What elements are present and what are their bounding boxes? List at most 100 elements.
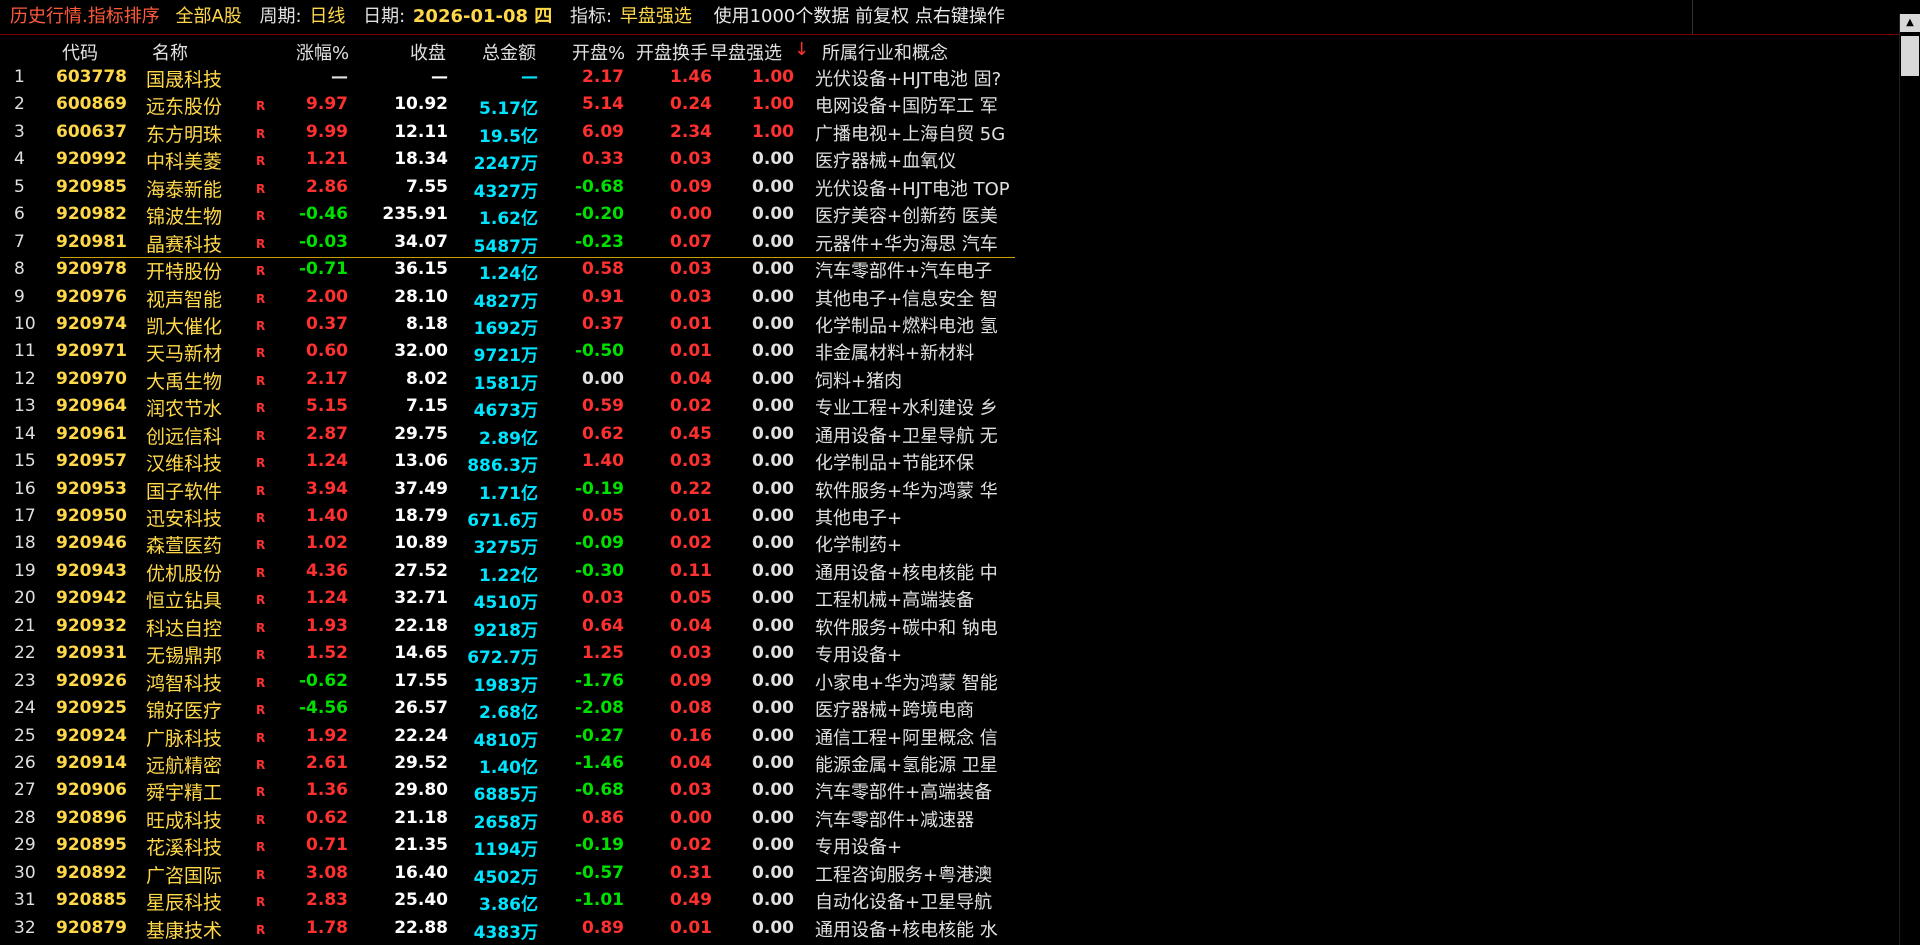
close-price: 12.11 bbox=[394, 121, 448, 142]
selection-underline bbox=[60, 257, 1015, 258]
sector-concepts: 专用设备+ bbox=[815, 837, 903, 859]
table-row[interactable]: 12 920970 大禹生物 R 2.17 8.02 1581万 0.00 0.04 0.00 饲料… bbox=[0, 366, 1900, 394]
sector-concepts: 医疗美容+创新药 医美 bbox=[815, 206, 998, 228]
table-row[interactable]: 27 920906 舜宇精工 R 1.36 29.80 6885万 -0.68 0.03 0.00… bbox=[0, 777, 1900, 805]
col-header-amount[interactable]: 总金额 bbox=[482, 39, 536, 65]
table-row[interactable]: 4 920992 中科美菱 R 1.21 18.34 2247万 0.33 0.03 0.00 医疗… bbox=[0, 146, 1900, 174]
table-row[interactable]: 26 920914 远航精密 R 2.61 29.52 1.40亿 -1.46 0.04 0.00… bbox=[0, 750, 1900, 778]
open-pct: -0.50 bbox=[575, 341, 624, 362]
table-row[interactable]: 11 920971 天马新材 R 0.60 32.00 9721万 -0.50 0.01 0.00… bbox=[0, 338, 1900, 366]
table-row[interactable]: 16 920953 国子软件 R 3.94 37.49 1.71亿 -0.19 0.22 0.00… bbox=[0, 476, 1900, 504]
table-row[interactable]: 3 600637 东方明珠 R 9.99 12.11 19.5亿 6.09 2.34 1.00 广播… bbox=[0, 119, 1900, 147]
table-row[interactable]: 28 920896 旺成科技 R 0.62 21.18 2658万 0.86 0.00 0.00 汽… bbox=[0, 805, 1900, 833]
table-row[interactable]: 13 920964 润农节水 R 5.15 7.15 4673万 0.59 0.02 0.00 专业… bbox=[0, 393, 1900, 421]
scroll-thumb[interactable] bbox=[1901, 36, 1919, 76]
table-row[interactable]: 24 920925 锦好医疗 R -4.56 26.57 2.68亿 -2.08 0.08 0.0… bbox=[0, 695, 1900, 723]
col-header-close[interactable]: 收盘 bbox=[410, 39, 446, 65]
window-title[interactable]: 历史行情.指标排序 bbox=[10, 0, 160, 34]
row-index: 25 bbox=[14, 725, 36, 746]
close-price: 25.40 bbox=[394, 890, 448, 911]
table-row[interactable]: 17 920950 迅安科技 R 1.40 18.79 671.6万 0.05 0.01 0.00… bbox=[0, 503, 1900, 531]
change-pct: 0.62 bbox=[306, 807, 348, 828]
open-turnover: 0.49 bbox=[670, 890, 712, 911]
row-index: 23 bbox=[14, 670, 36, 691]
col-header-name[interactable]: 名称 bbox=[152, 39, 188, 65]
col-header-change[interactable]: 涨幅% bbox=[296, 39, 349, 65]
table-row[interactable]: 23 920926 鸿智科技 R -0.62 17.55 1983万 -1.76 0.09 0.0… bbox=[0, 668, 1900, 696]
col-header-indicator[interactable]: 早盘强选 bbox=[710, 39, 782, 65]
margin-flag: R bbox=[256, 318, 266, 333]
stock-name: 汉维科技 bbox=[146, 453, 223, 476]
open-turnover: 0.08 bbox=[670, 698, 712, 719]
margin-flag: R bbox=[256, 922, 266, 937]
col-header-open[interactable]: 开盘% bbox=[572, 39, 625, 65]
table-row[interactable]: 8 920978 开特股份 R -0.71 36.15 1.24亿 0.58 0.03 0.00 汽… bbox=[0, 256, 1900, 284]
open-pct: -1.76 bbox=[575, 670, 624, 691]
period-value[interactable]: 日线 bbox=[309, 0, 345, 34]
open-pct: 1.25 bbox=[582, 643, 624, 664]
row-index: 4 bbox=[14, 149, 25, 170]
stock-code: 920895 bbox=[56, 835, 127, 856]
col-header-turnover[interactable]: 开盘换手 bbox=[636, 39, 708, 65]
turnover-amount: 19.5亿 bbox=[479, 126, 538, 147]
table-row[interactable]: 10 920974 凯大催化 R 0.37 8.18 1692万 0.37 0.01 0.00 化学… bbox=[0, 311, 1900, 339]
sector-concepts: 医疗器械+血氧仪 bbox=[815, 151, 957, 173]
margin-flag: R bbox=[256, 264, 266, 279]
col-header-code[interactable]: 代码 bbox=[62, 39, 98, 65]
change-pct: 2.83 bbox=[306, 890, 348, 911]
vertical-scrollbar[interactable]: ▲ bbox=[1899, 14, 1920, 945]
table-row[interactable]: 18 920946 森萱医药 R 1.02 10.89 3275万 -0.09 0.02 0.00… bbox=[0, 530, 1900, 558]
indicator-value: 0.00 bbox=[752, 341, 794, 362]
change-pct: 1.78 bbox=[306, 917, 348, 938]
table-row[interactable]: 30 920892 广咨国际 R 3.08 16.40 4502万 -0.57 0.31 0.00… bbox=[0, 860, 1900, 888]
margin-flag: R bbox=[256, 840, 266, 855]
table-row[interactable]: 29 920895 花溪科技 R 0.71 21.35 1194万 -0.19 0.02 0.00… bbox=[0, 832, 1900, 860]
margin-flag: R bbox=[256, 428, 266, 443]
close-price: 26.57 bbox=[394, 698, 448, 719]
col-header-sector[interactable]: 所属行业和概念 bbox=[822, 39, 948, 65]
table-row[interactable]: 9 920976 视声智能 R 2.00 28.10 4827万 0.91 0.03 0.00 其他… bbox=[0, 284, 1900, 312]
table-row[interactable]: 5 920985 海泰新能 R 2.86 7.55 4327万 -0.68 0.09 0.00 光伏… bbox=[0, 174, 1900, 202]
sector-concepts: 光伏设备+HJT电池 TOP bbox=[815, 178, 1010, 200]
margin-flag: R bbox=[256, 785, 266, 800]
stock-name: 视声智能 bbox=[146, 288, 223, 311]
stock-code: 920970 bbox=[56, 368, 127, 389]
stock-code: 920896 bbox=[56, 807, 127, 828]
scroll-up-icon[interactable]: ▲ bbox=[1900, 14, 1920, 32]
table-row[interactable]: 1 603778 国晟科技 — — — 2.17 1.46 1.00 光伏设备+HJT电池 固? bbox=[0, 64, 1900, 91]
table-row[interactable]: 32 920879 基康技术 R 1.78 22.88 4383万 0.89 0.01 0.00 通… bbox=[0, 915, 1900, 943]
table-row[interactable]: 22 920931 无锡鼎邦 R 1.52 14.65 672.7万 1.25 0.03 0.00… bbox=[0, 640, 1900, 668]
stock-name: 科达自控 bbox=[146, 617, 223, 640]
stock-name: 森萱医药 bbox=[146, 535, 223, 558]
stock-code: 920978 bbox=[56, 259, 127, 280]
table-row[interactable]: 31 920885 星辰科技 R 2.83 25.40 3.86亿 -1.01 0.49 0.00… bbox=[0, 887, 1900, 915]
table-row[interactable]: 15 920957 汉维科技 R 1.24 13.06 886.3万 1.40 0.03 0.00… bbox=[0, 448, 1900, 476]
date-value[interactable]: 2026-01-08 四 bbox=[413, 0, 552, 34]
table-row[interactable]: 2 600869 远东股份 R 9.97 10.92 5.17亿 5.14 0.24 1.00 电网… bbox=[0, 91, 1900, 119]
table-row[interactable]: 21 920932 科达自控 R 1.93 22.18 9218万 0.64 0.04 0.00 软… bbox=[0, 613, 1900, 641]
market-selector[interactable]: 全部A股 bbox=[175, 0, 241, 34]
open-pct: 0.37 bbox=[582, 313, 624, 334]
table-row[interactable]: 6 920982 锦波生物 R -0.46 235.91 1.62亿 -0.20 0.00 0.0… bbox=[0, 201, 1900, 229]
stock-code: 920971 bbox=[56, 341, 127, 362]
turnover-amount: 2.89亿 bbox=[479, 428, 538, 449]
open-turnover: 0.11 bbox=[670, 560, 712, 581]
sector-concepts: 通信工程+阿里概念 信 bbox=[815, 727, 998, 749]
indicator-value[interactable]: 早盘强选 bbox=[620, 0, 692, 34]
stock-code: 920885 bbox=[56, 890, 127, 911]
open-pct: 6.09 bbox=[582, 121, 624, 142]
row-index: 19 bbox=[14, 560, 36, 581]
stock-table: 1 603778 国晟科技 — — —2.17 1.46 1.00 光伏设备+HJT电池 固? 2… bbox=[0, 64, 1900, 943]
table-row[interactable]: 19 920943 优机股份 R 4.36 27.52 1.22亿 -0.30 0.11 0.00… bbox=[0, 558, 1900, 586]
table-row[interactable]: 14 920961 创远信科 R 2.87 29.75 2.89亿 0.62 0.45 0.00 通… bbox=[0, 421, 1900, 449]
indicator-value: 0.00 bbox=[752, 533, 794, 554]
table-row[interactable]: 7 920981 晶赛科技 R -0.03 34.07 5487万 -0.23 0.07 0.00… bbox=[0, 229, 1900, 257]
margin-flag: R bbox=[256, 373, 266, 388]
table-row[interactable]: 20 920942 恒立钻具 R 1.24 32.71 4510万 0.03 0.05 0.00 工… bbox=[0, 585, 1900, 613]
stock-name: 迅安科技 bbox=[146, 508, 223, 530]
close-price: 36.15 bbox=[394, 259, 448, 280]
row-index: 12 bbox=[14, 368, 36, 389]
table-row[interactable]: 25 920924 广脉科技 R 1.92 22.24 4810万 -0.27 0.16 0.00… bbox=[0, 723, 1900, 751]
top-status-bar: 历史行情.指标排序 全部A股 周期: 日线 日期: 2026-01-08 四 指… bbox=[0, 0, 1920, 35]
stock-code: 920906 bbox=[56, 780, 127, 801]
